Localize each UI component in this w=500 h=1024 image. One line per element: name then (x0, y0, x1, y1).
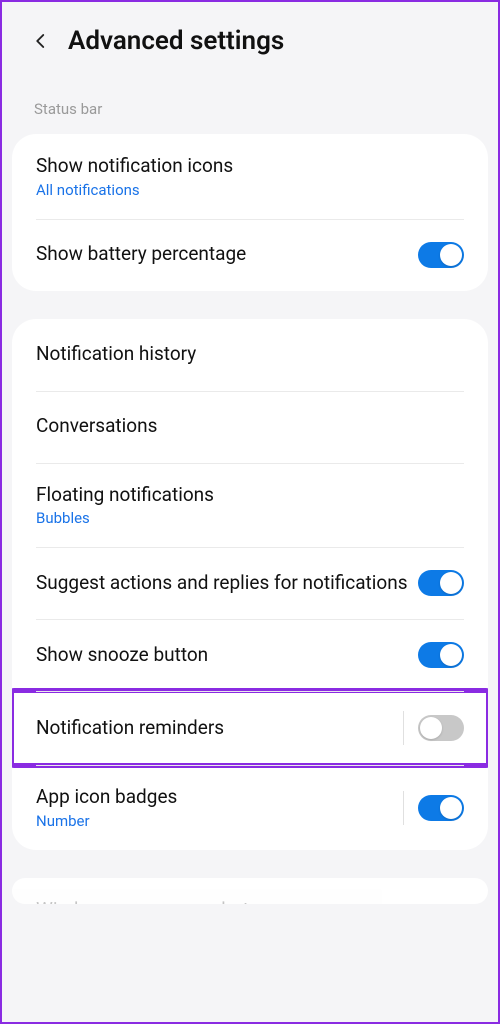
divider-icon (403, 711, 404, 745)
card-emergency: Wireless emergency alerts (12, 878, 488, 904)
row-title: Show notification icons (36, 154, 464, 179)
row-show-snooze-button[interactable]: Show snooze button (12, 619, 488, 691)
row-sub: Number (36, 812, 403, 830)
row-conversations[interactable]: Conversations (12, 391, 488, 463)
row-floating-notifications[interactable]: Floating notifications Bubbles (12, 463, 488, 548)
section-label-statusbar: Status bar (2, 74, 498, 128)
row-title: Notification reminders (36, 716, 403, 741)
row-notification-history[interactable]: Notification history (12, 319, 488, 391)
row-title: Wireless emergency alerts (36, 898, 464, 904)
toggle-notification-reminders[interactable] (418, 715, 464, 741)
row-title: Notification history (36, 342, 464, 367)
card-notifications: Notification history Conversations Float… (12, 319, 488, 850)
row-title: Show battery percentage (36, 242, 418, 267)
row-show-notification-icons[interactable]: Show notification icons All notification… (12, 134, 488, 219)
row-title: Suggest actions and replies for notifica… (36, 571, 418, 596)
row-suggest-actions[interactable]: Suggest actions and replies for notifica… (12, 547, 488, 619)
toggle-show-snooze[interactable] (418, 642, 464, 668)
toggle-battery-percentage[interactable] (418, 242, 464, 268)
row-sub: Bubbles (36, 509, 464, 527)
row-title: App icon badges (36, 785, 403, 810)
toggle-app-icon-badges[interactable] (418, 795, 464, 821)
row-wireless-emergency-alerts[interactable]: Wireless emergency alerts (12, 878, 488, 904)
header: Advanced settings (2, 2, 498, 74)
row-app-icon-badges[interactable]: App icon badges Number (12, 765, 488, 850)
row-sub: All notifications (36, 181, 464, 199)
card-statusbar: Show notification icons All notification… (12, 134, 488, 291)
toggle-suggest-actions[interactable] (418, 570, 464, 596)
row-notification-reminders[interactable]: Notification reminders (12, 691, 488, 765)
row-title: Show snooze button (36, 643, 418, 668)
divider-icon (403, 791, 404, 825)
row-title: Conversations (36, 414, 464, 439)
back-icon[interactable] (32, 32, 50, 50)
row-show-battery-percentage[interactable]: Show battery percentage (12, 219, 488, 291)
page-title: Advanced settings (68, 26, 284, 56)
row-title: Floating notifications (36, 483, 464, 508)
